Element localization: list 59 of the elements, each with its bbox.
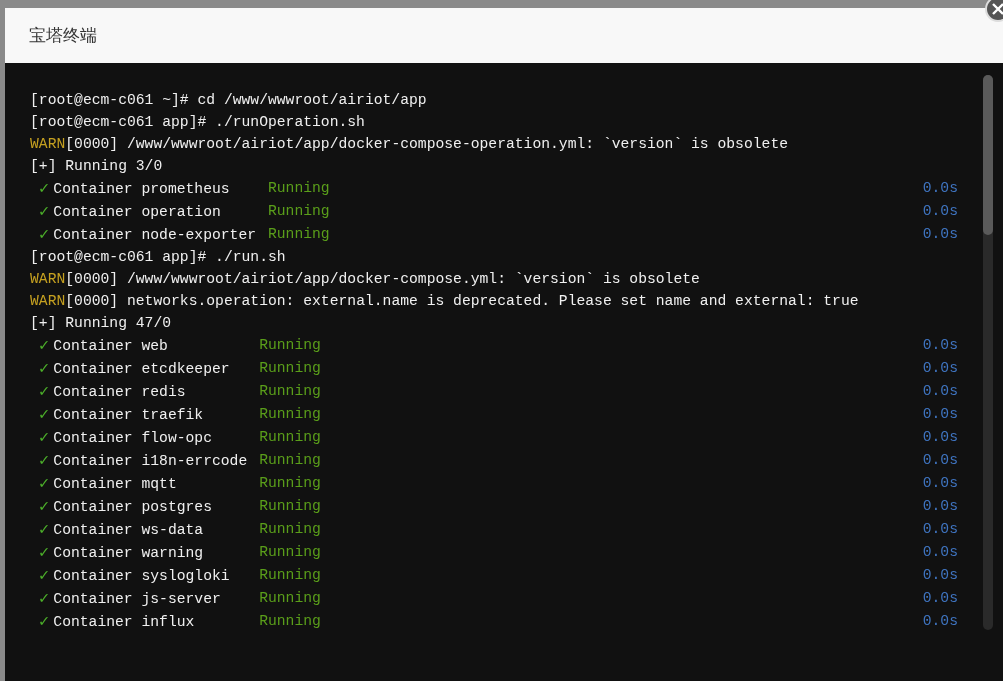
- elapsed-time: 0.0s: [922, 359, 958, 378]
- elapsed-time: 0.0s: [922, 589, 958, 608]
- warning-line: WARN[0000] /www/wwwroot/airiot/app/docker-compose.yml: `version` is obsolete: [30, 270, 701, 289]
- container-status: Running: [267, 225, 331, 244]
- container-name: ✓ Container etcdkeeper: [37, 358, 231, 379]
- container-status: Running: [259, 612, 322, 631]
- elapsed-time: 0.0s: [922, 474, 958, 493]
- container-status: Running: [267, 202, 331, 221]
- terminal-line: [+] Running 3/0: [30, 157, 164, 176]
- container-name: ✓ Container mqtt: [37, 473, 178, 494]
- container-name: ✓ Container traefik: [37, 404, 205, 425]
- elapsed-time: 0.0s: [922, 566, 958, 585]
- container-status: Running: [259, 474, 322, 493]
- container-name: ✓ Container redis: [37, 381, 187, 402]
- container-name: ✓ Container postgres: [37, 496, 213, 517]
- container-name: ✓ Container node-exporter: [37, 224, 258, 245]
- container-status: Running: [259, 382, 322, 401]
- container-name: ✓ Container syslogloki: [37, 565, 231, 586]
- elapsed-time: 0.0s: [922, 497, 958, 516]
- container-status: Running: [267, 179, 331, 198]
- container-name: ✓ Container web: [37, 335, 169, 356]
- container-status: Running: [259, 543, 322, 562]
- container-name: ✓ Container js-server: [37, 588, 222, 609]
- elapsed-time: 0.0s: [922, 382, 958, 401]
- scrollbar-thumb[interactable]: [983, 75, 993, 235]
- warning-line: WARN[0000] networks.operation: external.name is deprecated. Please set name and external: true: [30, 292, 860, 311]
- scrollbar[interactable]: [983, 75, 993, 630]
- container-name: ✓ Container warning: [37, 542, 205, 563]
- terminal-line: [+] Running 47/0: [30, 314, 173, 333]
- container-status: Running: [259, 336, 322, 355]
- container-name: ✓ Container prometheus: [37, 178, 231, 199]
- elapsed-time: 0.0s: [922, 336, 958, 355]
- container-status: Running: [259, 405, 322, 424]
- warning-line: WARN[0000] /www/wwwroot/airiot/app/docker-compose-operation.yml: `version` is obsolete: [30, 135, 789, 154]
- container-status: Running: [259, 428, 322, 447]
- elapsed-time: 0.0s: [922, 612, 958, 631]
- elapsed-time: 0.0s: [922, 428, 958, 447]
- container-name: ✓ Container operation: [37, 201, 222, 222]
- elapsed-time: 0.0s: [922, 520, 958, 539]
- elapsed-time: 0.0s: [922, 451, 958, 470]
- container-name: ✓ Container i18n-errcode: [37, 450, 249, 471]
- elapsed-time: 0.0s: [922, 202, 958, 221]
- container-status: Running: [259, 566, 322, 585]
- dialog-title: 宝塔终端: [29, 24, 97, 47]
- terminal-line: [root@ecm-c061 ~]# cd /www/wwwroot/airiot/app: [30, 91, 428, 110]
- elapsed-time: 0.0s: [922, 179, 958, 198]
- terminal-line: [root@ecm-c061 app]# ./runOperation.sh: [30, 113, 366, 132]
- container-status: Running: [259, 451, 322, 470]
- container-status: Running: [259, 520, 322, 539]
- elapsed-time: 0.0s: [922, 225, 958, 244]
- container-name: ✓ Container influx: [37, 611, 196, 632]
- terminal-line: [root@ecm-c061 app]# ./run.sh: [30, 248, 287, 267]
- elapsed-time: 0.0s: [922, 405, 958, 424]
- container-status: Running: [259, 497, 322, 516]
- container-status: Running: [259, 589, 322, 608]
- container-name: ✓ Container ws-data: [37, 519, 205, 540]
- container-status: Running: [259, 359, 322, 378]
- elapsed-time: 0.0s: [922, 543, 958, 562]
- container-name: ✓ Container flow-opc: [37, 427, 213, 448]
